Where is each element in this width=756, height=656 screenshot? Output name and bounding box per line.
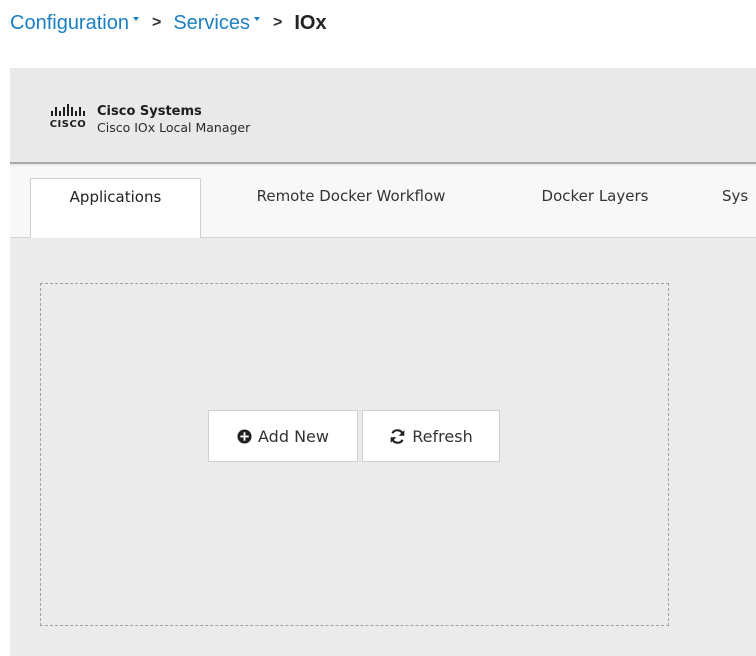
app-header: CISCO Cisco Systems Cisco IOx Local Mana…	[10, 68, 756, 164]
cisco-wordmark: CISCO	[49, 119, 87, 130]
add-new-button[interactable]: Add New	[208, 410, 358, 462]
plus-circle-icon	[237, 428, 252, 444]
breadcrumb-separator: >	[151, 14, 162, 31]
caret-down-icon	[254, 17, 261, 21]
iox-local-manager-frame: CISCO Cisco Systems Cisco IOx Local Mana…	[10, 68, 756, 656]
caret-down-icon	[132, 17, 139, 21]
breadcrumb-current-iox: IOx	[294, 11, 327, 34]
breadcrumb-services-label: Services	[173, 11, 251, 34]
tab-system[interactable]: Sys	[722, 178, 756, 234]
refresh-label: Refresh	[412, 426, 473, 446]
add-new-label: Add New	[258, 426, 329, 446]
tab-applications[interactable]: Applications	[30, 178, 201, 238]
brand: CISCO Cisco Systems Cisco IOx Local Mana…	[48, 104, 250, 136]
product-name: Cisco IOx Local Manager	[97, 120, 251, 135]
tab-docker-layers[interactable]: Docker Layers	[520, 178, 670, 234]
tab-bar: Applications Remote Docker Workflow Dock…	[10, 166, 756, 238]
applications-panel: Add New Refresh	[10, 239, 756, 656]
breadcrumb-configuration-label: Configuration	[10, 11, 129, 34]
brand-text: Cisco Systems Cisco IOx Local Manager	[97, 104, 250, 136]
tab-docker-layers-label: Docker Layers	[541, 187, 649, 205]
refresh-button[interactable]: Refresh	[362, 410, 500, 462]
tab-applications-label: Applications	[69, 188, 162, 206]
refresh-icon	[389, 428, 406, 445]
breadcrumb: Configuration > Services > IOx	[10, 8, 327, 38]
cisco-bridge-icon	[51, 104, 85, 116]
breadcrumb-services[interactable]: Services	[173, 11, 261, 35]
breadcrumb-configuration[interactable]: Configuration	[10, 12, 139, 35]
tab-system-label: Sys	[722, 187, 749, 205]
breadcrumb-separator: >	[273, 14, 283, 31]
cisco-logo: CISCO	[48, 104, 88, 130]
tab-remote-docker-workflow-label: Remote Docker Workflow	[256, 187, 446, 205]
tab-remote-docker-workflow[interactable]: Remote Docker Workflow	[220, 178, 482, 234]
company-name: Cisco Systems	[97, 104, 202, 119]
